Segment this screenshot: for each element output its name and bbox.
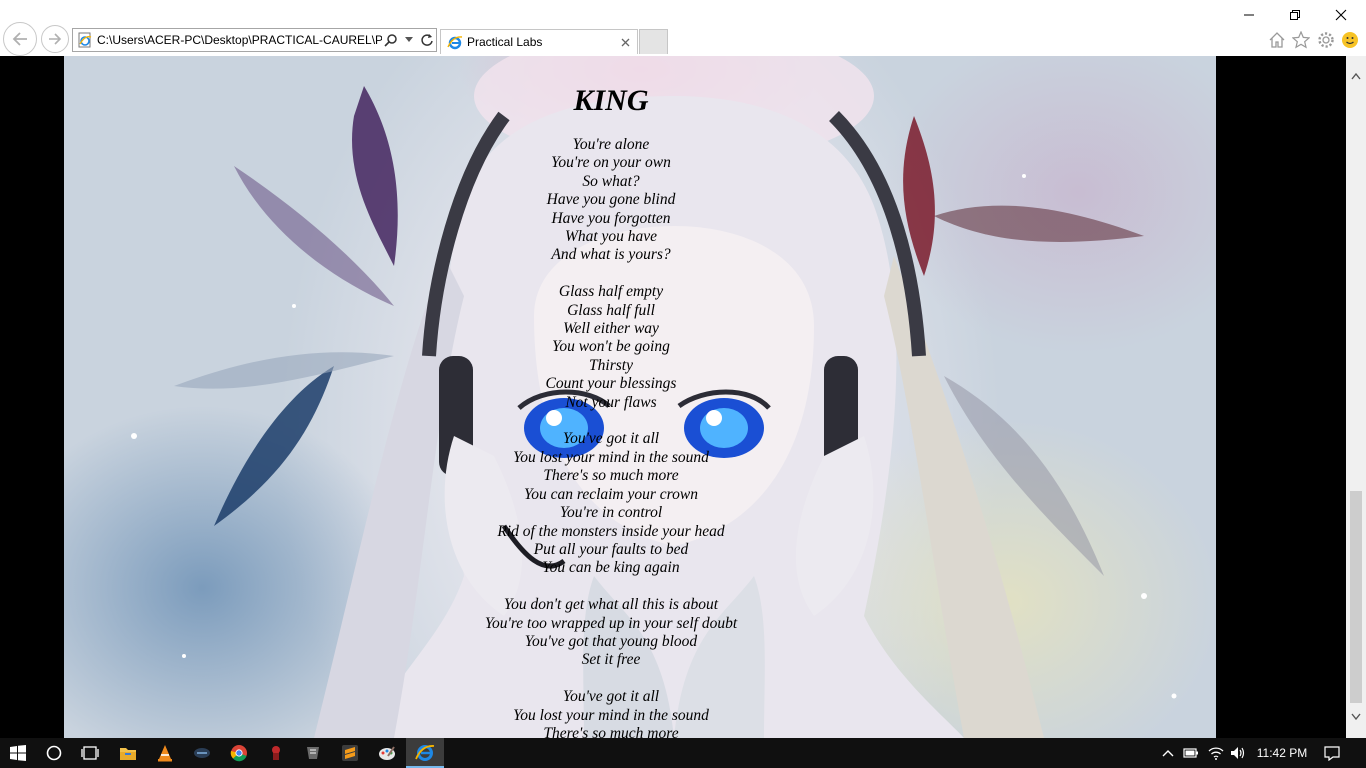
restore-icon — [1290, 9, 1300, 20]
poem-line: Not your flaws — [565, 393, 657, 411]
scroll-down-icon[interactable] — [1346, 706, 1366, 726]
poem-line: You can reclaim your crown — [524, 485, 698, 503]
poem-line: You've got that young blood — [524, 632, 698, 650]
poem: KING You're alone You're on your own So … — [0, 84, 1222, 738]
browser-tab[interactable]: Practical Labs — [440, 29, 638, 54]
vlc-icon[interactable] — [147, 738, 183, 768]
stanza: You've got it all You lost your mind in … — [0, 430, 1222, 577]
scrollbar-thumb[interactable] — [1350, 491, 1362, 703]
app-icon[interactable] — [295, 738, 331, 768]
search-icon[interactable] — [382, 29, 400, 51]
poem-line: You won't be going — [552, 338, 670, 356]
chevron-up-icon[interactable] — [1160, 745, 1176, 761]
task-view-icon[interactable] — [72, 738, 108, 768]
close-window-button[interactable] — [1318, 0, 1364, 29]
arrow-left-icon — [12, 32, 27, 46]
poem-line: You're too wrapped up in your self doubt — [484, 614, 738, 632]
stanza: Glass half empty Glass half full Well ei… — [0, 283, 1222, 412]
gear-icon[interactable] — [1315, 29, 1337, 51]
search-icon[interactable] — [36, 738, 72, 768]
minimize-button[interactable] — [1226, 0, 1272, 29]
windows-logo-icon — [10, 745, 26, 761]
poem-line: Well either way — [563, 320, 659, 338]
poem-line: You've got it all — [562, 688, 660, 706]
poem-line: Put all your faults to bed — [533, 540, 689, 558]
poem-line: Thirsty — [589, 356, 633, 374]
poem-line: Have you gone blind — [546, 191, 676, 209]
poem-line: So what? — [582, 172, 640, 190]
poem-line: You lost your mind in the sound — [513, 448, 709, 466]
page-viewport: KING You're alone You're on your own So … — [0, 56, 1346, 738]
scroll-up-icon[interactable] — [1346, 66, 1366, 86]
poem-line: You can be king again — [542, 559, 680, 577]
address-bar[interactable]: C:\Users\ACER-PC\Desktop\PRACTICAL-CAURE… — [72, 28, 437, 52]
taskbar: 11:42 PM — [0, 738, 1366, 768]
system-tray: 11:42 PM — [1156, 738, 1366, 768]
address-text[interactable]: C:\Users\ACER-PC\Desktop\PRACTICAL-CAURE… — [97, 33, 382, 47]
poem-line: Set it free — [581, 651, 641, 669]
file-explorer-icon[interactable] — [110, 738, 146, 768]
poem-line: There's so much more — [543, 724, 679, 738]
stanza: You've got it all You lost your mind in … — [0, 688, 1222, 738]
dropdown-arrow-icon[interactable] — [400, 29, 418, 51]
poem-line: You're in control — [559, 504, 663, 522]
paint-icon[interactable] — [369, 738, 405, 768]
close-icon — [1335, 9, 1347, 20]
vertical-scrollbar[interactable] — [1346, 56, 1366, 738]
internet-explorer-icon[interactable] — [406, 738, 444, 768]
stanza: You're alone You're on your own So what?… — [0, 136, 1222, 265]
stanza: You don't get what all this is about You… — [0, 596, 1222, 670]
poem-line: And what is yours? — [551, 246, 671, 264]
action-center-icon[interactable] — [1324, 745, 1340, 761]
minimize-icon — [1244, 14, 1254, 15]
poem-line: Glass half empty — [558, 283, 664, 301]
poem-line: Glass half full — [567, 301, 655, 319]
favorites-star-icon[interactable] — [1290, 29, 1312, 51]
poem-line: There's so much more — [543, 467, 679, 485]
poem-line: You're on your own — [551, 154, 671, 172]
clock[interactable]: 11:42 PM — [1256, 746, 1308, 760]
poem-title: KING — [573, 84, 649, 117]
sublime-text-icon[interactable] — [332, 738, 368, 768]
battery-icon[interactable] — [1183, 745, 1199, 761]
internet-explorer-icon — [447, 36, 463, 50]
page-icon — [78, 32, 92, 48]
smiley-feedback-icon[interactable] — [1339, 29, 1361, 51]
refresh-icon[interactable] — [418, 29, 436, 51]
browser-chrome: C:\Users\ACER-PC\Desktop\PRACTICAL-CAURE… — [0, 0, 1366, 56]
start-button[interactable] — [0, 738, 36, 768]
chrome-icon[interactable] — [221, 738, 257, 768]
home-icon[interactable] — [1266, 29, 1288, 51]
wifi-icon[interactable] — [1208, 745, 1224, 761]
forward-button[interactable] — [41, 25, 69, 53]
arrow-right-icon — [49, 33, 62, 45]
close-tab-icon[interactable] — [617, 34, 633, 50]
volume-icon[interactable] — [1230, 745, 1246, 761]
app-icon[interactable] — [184, 738, 220, 768]
poem-line: You lost your mind in the sound — [513, 706, 709, 724]
new-tab-button[interactable] — [639, 29, 668, 54]
poem-line: You're alone — [572, 136, 650, 153]
poem-line: Count your blessings — [545, 375, 677, 393]
app-icon[interactable] — [258, 738, 294, 768]
poem-line: Have you forgotten — [551, 209, 671, 227]
poem-line: Rid of the monsters inside your head — [497, 522, 725, 540]
tab-title: Practical Labs — [467, 35, 543, 49]
poem-line: What you have — [564, 228, 658, 246]
poem-line: You don't get what all this is about — [503, 596, 719, 614]
back-button[interactable] — [3, 22, 37, 56]
restore-button[interactable] — [1272, 0, 1318, 29]
poem-line: You've got it all — [562, 430, 660, 448]
